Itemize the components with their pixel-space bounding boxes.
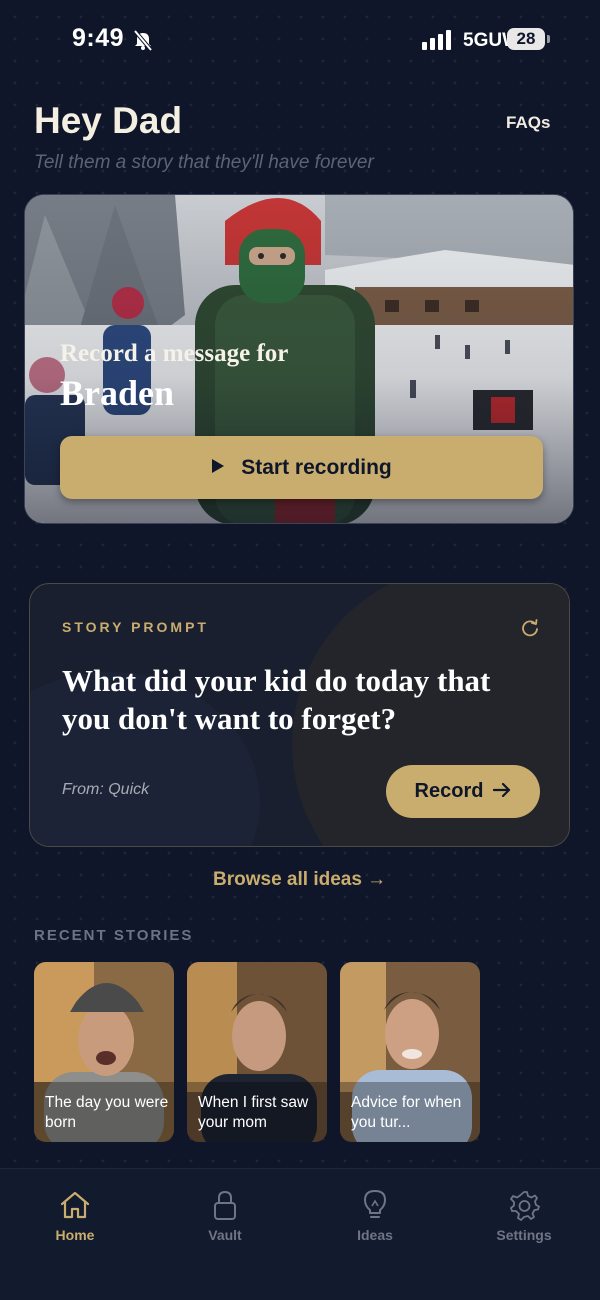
story-title: The day you were born bbox=[45, 1094, 169, 1131]
tab-vault[interactable]: Vault bbox=[175, 1189, 275, 1243]
lock-icon bbox=[214, 1190, 236, 1220]
hero-title: Record a message for bbox=[60, 340, 289, 367]
story-title: Advice for when you tur... bbox=[351, 1094, 462, 1131]
bell-muted-icon bbox=[132, 29, 154, 56]
hero-child-name: Braden bbox=[60, 373, 175, 413]
prompt-question: What did your kid do today that you don'… bbox=[62, 663, 491, 736]
story-card[interactable]: When I first saw your mom bbox=[187, 962, 327, 1142]
browse-all-ideas-link[interactable]: Browse all ideas → bbox=[213, 869, 386, 891]
tab-ideas[interactable]: Ideas bbox=[325, 1189, 425, 1243]
recent-stories-heading: RECENT STORIES bbox=[34, 927, 194, 944]
status-time: 9:49 bbox=[72, 24, 125, 52]
prompt-label: STORY PROMPT bbox=[62, 619, 209, 635]
record-button[interactable]: Record bbox=[386, 765, 540, 818]
hero-record-card: Record a message for Braden Start record… bbox=[24, 194, 574, 524]
lightbulb-icon bbox=[364, 1190, 386, 1218]
prompt-source: From: Quick bbox=[62, 781, 150, 798]
play-icon bbox=[211, 456, 225, 480]
arrow-right-icon bbox=[493, 780, 511, 803]
signal-icon bbox=[422, 30, 454, 55]
tab-label: Settings bbox=[496, 1227, 552, 1243]
record-button-label: Record bbox=[414, 780, 484, 802]
story-title: When I first saw your mom bbox=[198, 1094, 309, 1131]
battery-tip bbox=[547, 35, 550, 43]
tab-label: Ideas bbox=[357, 1227, 393, 1243]
story-prompt-card: STORY PROMPT What did your kid do today … bbox=[29, 583, 570, 847]
home-icon bbox=[60, 1191, 90, 1219]
tab-home[interactable]: Home bbox=[25, 1189, 125, 1243]
refresh-icon[interactable] bbox=[520, 618, 540, 643]
story-card[interactable]: The day you were born bbox=[34, 962, 174, 1142]
tab-label: Home bbox=[55, 1227, 95, 1243]
tab-label: Vault bbox=[208, 1227, 242, 1243]
faqs-link[interactable]: FAQs bbox=[506, 113, 550, 133]
tab-settings[interactable]: Settings bbox=[474, 1189, 574, 1243]
bottom-tab-bar: Home Vault Ideas Settings bbox=[0, 1168, 600, 1300]
start-recording-button[interactable]: Start recording bbox=[60, 436, 543, 499]
battery-level: 28 bbox=[507, 28, 545, 50]
start-recording-label: Start recording bbox=[241, 455, 392, 479]
gear-icon bbox=[510, 1191, 540, 1221]
page-subtitle: Tell them a story that they'll have fore… bbox=[34, 152, 374, 173]
page-title: Hey Dad bbox=[34, 100, 183, 141]
story-card[interactable]: Advice for when you tur... bbox=[340, 962, 480, 1142]
